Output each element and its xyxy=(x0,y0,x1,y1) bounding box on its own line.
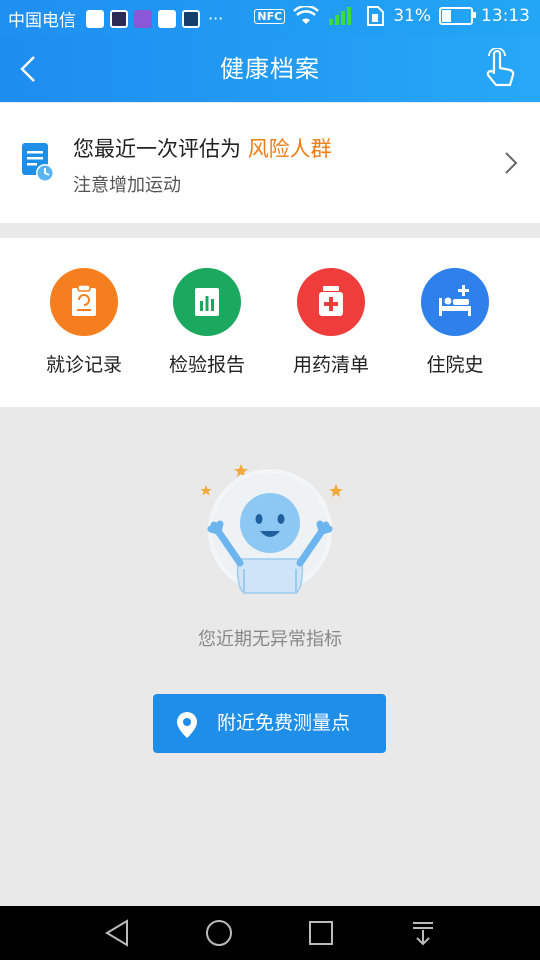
assessment-doc-icon xyxy=(22,143,54,182)
gallery-notification-icon xyxy=(134,9,152,28)
category-label: 就诊记录 xyxy=(45,354,122,376)
empty-message: 您近期无异常指标 xyxy=(198,629,342,650)
assessment-prefix: 您最近一次评估为 xyxy=(73,137,241,161)
back-triangle-icon[interactable] xyxy=(103,918,133,948)
category-visit-records[interactable]: 就诊记录 xyxy=(22,268,146,377)
assessment-card[interactable]: 您最近一次评估为 风险人群 注意增加运动 xyxy=(0,103,540,223)
risk-level-label: 风险人群 xyxy=(247,137,332,161)
recent-square-icon[interactable] xyxy=(306,918,336,948)
report-chart-icon xyxy=(173,268,241,336)
game-notification-icon xyxy=(110,9,128,28)
clipboard-icon xyxy=(50,268,118,336)
category-medication-list[interactable]: 用药清单 xyxy=(269,268,393,377)
hospital-bed-icon xyxy=(421,268,489,336)
battery-percent: 31% xyxy=(393,6,431,26)
wifi-icon xyxy=(293,6,320,24)
system-navbar xyxy=(0,906,540,960)
pull-down-icon[interactable] xyxy=(408,918,438,948)
nearby-free-measure-button[interactable]: 附近免费测量点 xyxy=(153,694,386,753)
location-pin-icon xyxy=(177,712,197,738)
category-label: 用药清单 xyxy=(292,354,369,376)
hand-pointer-icon[interactable] xyxy=(480,48,520,90)
app-notification-icon xyxy=(86,9,104,28)
signal-icon xyxy=(329,7,352,25)
carrier-label: 中国电信 xyxy=(8,11,76,31)
category-hospitalization[interactable]: 住院史 xyxy=(393,268,517,377)
nfc-icon: NFC xyxy=(254,8,286,24)
category-label: 检验报告 xyxy=(168,354,245,376)
nearby-button-label: 附近免费测量点 xyxy=(217,712,351,734)
status-bar: 中国电信 ··· NFC 31% 13:13 xyxy=(0,0,540,36)
shield-notification-icon xyxy=(182,9,200,28)
assessment-result: 您最近一次评估为 风险人群 xyxy=(73,133,332,163)
category-label: 住院史 xyxy=(426,354,484,376)
category-lab-reports[interactable]: 检验报告 xyxy=(145,268,269,377)
medicine-box-icon xyxy=(297,268,365,336)
empty-state: 您近期无异常指标 附近免费测量点 xyxy=(0,407,540,905)
page-title: 健康档案 xyxy=(220,55,320,83)
chevron-right-icon xyxy=(505,152,518,174)
more-notifications-icon: ··· xyxy=(208,9,224,28)
happy-mascot-icon xyxy=(200,464,343,594)
app-header: 健康档案 xyxy=(0,36,540,102)
assessment-tip: 注意增加运动 xyxy=(73,175,181,196)
battery-icon xyxy=(439,7,476,25)
qr-notification-icon xyxy=(158,9,176,28)
clock: 13:13 xyxy=(481,6,530,26)
sim-icon xyxy=(367,6,385,26)
home-circle-icon[interactable] xyxy=(204,918,234,948)
category-grid: 就诊记录 检验报告 用药清单 住院史 xyxy=(0,238,540,407)
